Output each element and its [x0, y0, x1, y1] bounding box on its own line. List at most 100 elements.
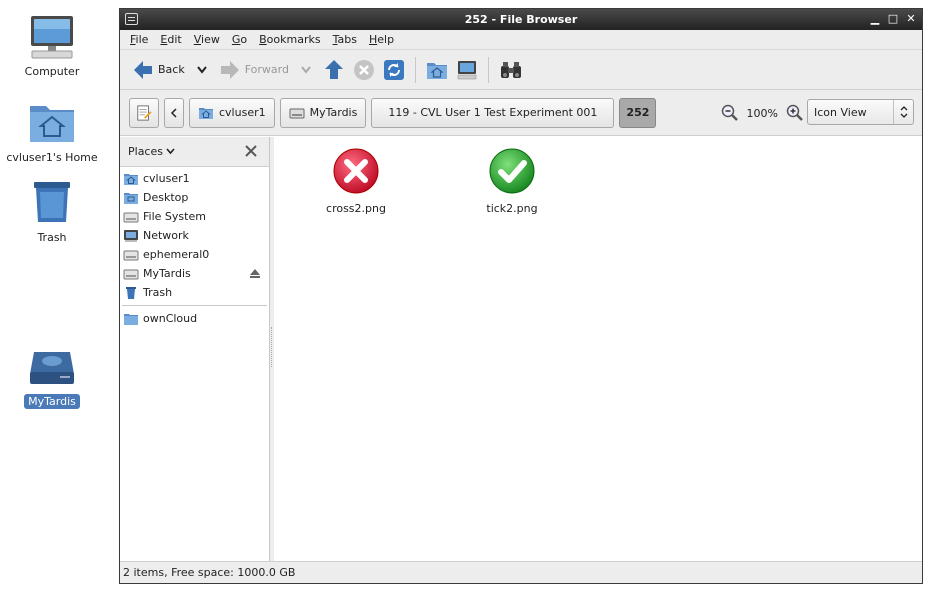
sidebar-item-label: cvluser1	[143, 172, 190, 185]
toggle-location-entry-button[interactable]	[129, 97, 159, 128]
desktop-icon-home[interactable]: cvluser1's Home	[2, 100, 102, 165]
minimize-icon[interactable]: ▁	[868, 11, 882, 27]
sidebar-item-label: ownCloud	[143, 312, 198, 325]
sidebar-item-desktop[interactable]: Desktop	[120, 188, 269, 207]
window-title: 252 - File Browser	[464, 13, 578, 26]
sidebar-item-label: Network	[143, 229, 189, 242]
maximize-icon[interactable]: □	[886, 11, 900, 27]
crumb-current-folder[interactable]: 252	[619, 97, 657, 128]
cross-icon	[333, 148, 379, 194]
computer-button[interactable]	[452, 55, 482, 85]
computer-icon	[457, 60, 477, 79]
crumb-cvluser1[interactable]: cvluser1	[189, 97, 275, 128]
file-item[interactable]: cross2.png	[311, 147, 401, 215]
back-history-dropdown[interactable]	[189, 55, 215, 85]
path-scroll-left-button[interactable]	[164, 97, 184, 128]
home-folder-icon	[124, 173, 138, 185]
sidebar-item-cvluser1[interactable]: cvluser1	[120, 169, 269, 188]
crumb-label: cvluser1	[219, 106, 266, 119]
crumb-experiment[interactable]: 119 - CVL User 1 Test Experiment 001	[371, 97, 615, 128]
forward-arrow-icon	[220, 60, 239, 79]
stop-icon	[353, 59, 374, 80]
file-icon-view: cross2.png tick2.png	[274, 137, 922, 561]
menu-label: ookmarks	[266, 33, 321, 46]
drive-icon	[289, 108, 305, 118]
file-name: cross2.png	[326, 202, 386, 215]
home-folder-icon	[199, 107, 213, 119]
desktop-icon-trash[interactable]: Trash	[2, 180, 102, 245]
close-sidebar-icon[interactable]	[243, 143, 259, 159]
status-bar: 2 items, Free space: 1000.0 GB	[120, 561, 922, 583]
stop-button[interactable]	[349, 55, 379, 85]
home-folder-icon	[426, 62, 447, 79]
zoom-control: 100%	[721, 90, 804, 136]
binoculars-icon	[500, 61, 521, 78]
reload-button[interactable]	[379, 55, 409, 85]
zoom-out-icon[interactable]	[721, 104, 739, 122]
menu-accel: H	[368, 33, 378, 46]
back-label: Back	[158, 63, 185, 76]
toolbar-separator	[487, 56, 489, 83]
up-arrow-icon	[324, 59, 343, 79]
close-icon[interactable]: ✕	[904, 11, 918, 27]
menu-edit[interactable]: Edit	[154, 33, 187, 46]
sidebar-item-ephemeral0[interactable]: ephemeral0	[120, 245, 269, 264]
menu-tabs[interactable]: Tabs	[327, 33, 363, 46]
menu-label: ile	[135, 33, 149, 46]
sidebar-item-label: File System	[143, 210, 206, 223]
sidebar-item-owncloud[interactable]: ownCloud	[120, 309, 269, 328]
menu-label: o	[240, 33, 248, 46]
menu-bookmarks[interactable]: Bookmarks	[253, 33, 326, 46]
back-arrow-icon	[134, 60, 152, 79]
view-mode-select[interactable]: Icon View	[807, 99, 914, 125]
eject-icon[interactable]	[249, 268, 261, 279]
desktop-icon-label: Computer	[24, 65, 80, 78]
sidebar-item-label: MyTardis	[143, 267, 191, 280]
location-bar: cvluser1 MyTardis 119 - CVL User 1 Test …	[120, 90, 922, 136]
chevron-down-icon	[301, 65, 311, 74]
places-dropdown[interactable]: Places	[128, 145, 176, 158]
zoom-in-icon[interactable]	[786, 104, 804, 122]
up-button[interactable]	[319, 55, 349, 85]
sidebar-item-mytardis[interactable]: MyTardis	[120, 264, 269, 283]
crumb-label: 119 - CVL User 1 Test Experiment 001	[388, 106, 598, 119]
sidebar-item-file-system[interactable]: File System	[120, 207, 269, 226]
drive-icon	[123, 250, 139, 260]
crumb-label: MyTardis	[309, 106, 358, 119]
menu-file[interactable]: File	[124, 33, 154, 46]
forward-label: Forward	[244, 63, 289, 76]
desktop-icon-computer[interactable]: Computer	[2, 14, 102, 79]
menu-go[interactable]: Go	[226, 33, 253, 46]
chevron-left-icon	[170, 107, 177, 118]
trash-icon	[126, 286, 136, 299]
forward-history-dropdown[interactable]	[293, 55, 319, 85]
menu-help[interactable]: Help	[363, 33, 400, 46]
search-button[interactable]	[495, 55, 527, 85]
sidebar-separator	[122, 305, 267, 306]
view-mode-value: Icon View	[814, 105, 867, 119]
sidebar-item-network[interactable]: Network	[120, 226, 269, 245]
crumb-mytardis[interactable]: MyTardis	[279, 97, 367, 128]
file-item[interactable]: tick2.png	[467, 147, 557, 215]
zoom-level[interactable]: 100%	[747, 107, 778, 120]
forward-button[interactable]: Forward	[215, 55, 293, 85]
updown-chevron-icon	[893, 100, 913, 124]
toolbar-separator	[414, 56, 416, 83]
menu-view[interactable]: View	[188, 33, 226, 46]
desktop-icon-label: MyTardis	[24, 394, 80, 409]
home-folder-icon	[26, 100, 78, 146]
back-button[interactable]: Back	[128, 55, 189, 85]
reload-icon	[383, 59, 404, 80]
desktop-icon-label: cvluser1's Home	[6, 151, 98, 164]
places-sidebar: Places cvluser1 Desktop File System Netw…	[120, 137, 270, 561]
desktop-icon-mytardis[interactable]: MyTardis	[2, 344, 102, 409]
window-menu-icon[interactable]	[125, 13, 138, 25]
home-button[interactable]	[422, 55, 452, 85]
title-bar[interactable]: 252 - File Browser ▁ □ ✕	[120, 9, 922, 30]
menu-accel: V	[193, 33, 202, 46]
tick-icon	[489, 148, 535, 194]
desktop-icon-label: Trash	[37, 231, 67, 244]
edit-path-icon	[137, 104, 152, 121]
sidebar-item-trash[interactable]: Trash	[120, 283, 269, 302]
file-name: tick2.png	[486, 202, 538, 215]
